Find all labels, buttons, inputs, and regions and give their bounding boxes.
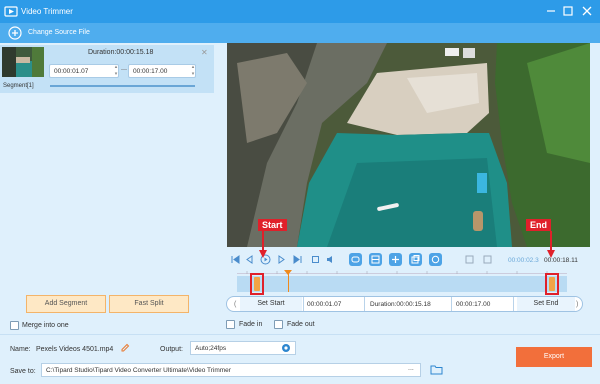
playhead[interactable] — [288, 270, 289, 292]
reset-button[interactable] — [429, 253, 442, 266]
start-stepper[interactable]: ▴ ▾ — [113, 64, 119, 78]
separator — [303, 297, 304, 311]
merge-checkbox[interactable] — [10, 321, 19, 330]
source-bar: Change Source File — [0, 23, 600, 43]
start-callout-arrow — [259, 250, 267, 258]
mark-out-icon[interactable] — [482, 254, 493, 265]
minimize-icon[interactable] — [544, 4, 558, 18]
segment-thumbnail — [2, 47, 44, 77]
total-time: 00:00:18.11 — [544, 257, 578, 264]
end-time-input[interactable]: 00:00:17.00 — [456, 297, 512, 311]
edit-name-icon[interactable] — [120, 343, 130, 353]
video-preview — [227, 43, 590, 247]
set-start-button[interactable]: Set Start — [240, 297, 302, 311]
delete-segment-icon[interactable]: ✕ — [201, 48, 208, 57]
end-callout-stem — [550, 231, 552, 251]
duration-readout: Duration:00:00:15.18 — [370, 301, 431, 308]
skip-end-icon[interactable] — [292, 254, 303, 265]
separator — [364, 297, 365, 311]
fast-split-button[interactable]: Fast Split — [109, 295, 189, 313]
set-end-button[interactable]: Set End — [517, 297, 575, 311]
start-callout-stem — [262, 231, 264, 251]
save-path-field[interactable]: C:\Tipard Studio\Tipard Video Converter … — [41, 363, 421, 377]
start-highlight — [250, 273, 264, 295]
fade-in-label: Fade in — [239, 321, 263, 328]
clip-icon — [371, 255, 380, 264]
settings-icon[interactable] — [281, 343, 291, 353]
app-icon — [4, 6, 18, 17]
mark-in-icon[interactable] — [464, 254, 475, 265]
export-button[interactable]: Export — [516, 347, 592, 367]
add-segment-button[interactable]: Add Segment — [26, 295, 106, 313]
title-bar: Video Trimmer — [0, 0, 600, 23]
end-stepper[interactable]: ▴ ▾ — [190, 64, 196, 78]
range-separator: — — [121, 67, 127, 73]
skip-start-icon[interactable] — [230, 254, 241, 265]
segment-range-bar — [50, 85, 195, 87]
plus-icon — [392, 256, 399, 263]
set-range-bar: ( Set Start 00:00:01.07 Duration:00:00:1… — [226, 296, 583, 312]
fade-out-checkbox[interactable] — [274, 320, 283, 329]
change-source-button[interactable]: Change Source File — [28, 29, 90, 36]
name-label: Name: — [10, 346, 31, 353]
timeline-track[interactable] — [237, 276, 567, 292]
maximize-icon[interactable] — [561, 4, 575, 18]
prev-frame-icon[interactable] — [244, 254, 255, 265]
set-end-bracket: ) — [576, 301, 579, 308]
segment-card[interactable]: Segment[1] Duration:00:00:15.18 00:00:01… — [0, 45, 214, 93]
set-start-bracket: ( — [234, 301, 237, 308]
segment-duration: Duration:00:00:15.18 — [88, 49, 154, 56]
current-time: 00:00:02.3 — [508, 257, 539, 264]
merge-label: Merge into one — [22, 322, 69, 329]
end-callout-arrow — [547, 250, 555, 258]
output-label: Output: — [160, 346, 183, 353]
end-callout: End — [526, 219, 551, 231]
loop-button[interactable] — [349, 253, 362, 266]
save-label: Save to: — [10, 368, 36, 375]
add-source-icon[interactable] — [8, 26, 22, 40]
folder-icon[interactable] — [430, 364, 443, 375]
segment-panel: Segment[1] Duration:00:00:15.18 00:00:01… — [0, 43, 214, 334]
copy-icon — [411, 255, 420, 264]
segment-label: Segment[1] — [3, 83, 34, 89]
close-icon[interactable] — [580, 4, 594, 18]
fade-out-label: Fade out — [287, 321, 315, 328]
reset-icon — [431, 255, 440, 264]
separator — [513, 297, 514, 311]
window-title: Video Trimmer — [21, 7, 73, 16]
clip-button[interactable] — [369, 253, 382, 266]
browse-button[interactable]: ... — [408, 365, 414, 372]
segment-start-input[interactable]: 00:00:01.07 — [49, 64, 119, 78]
loop-icon — [351, 256, 360, 263]
volume-icon[interactable] — [325, 254, 336, 265]
segment-end-input[interactable]: 00:00:17.00 — [128, 64, 196, 78]
add-clip-button[interactable] — [389, 253, 402, 266]
start-time-input[interactable]: 00:00:01.07 — [307, 297, 363, 311]
player-controls: 00:00:02.3 00:00:18.11 — [214, 249, 600, 271]
start-callout: Start — [258, 219, 287, 231]
fade-in-checkbox[interactable] — [226, 320, 235, 329]
copy-button[interactable] — [409, 253, 422, 266]
end-highlight — [545, 273, 559, 295]
separator — [451, 297, 452, 311]
stop-icon[interactable] — [310, 254, 321, 265]
file-name: Pexels Videos 4501.mp4 — [36, 346, 114, 353]
next-frame-icon[interactable] — [276, 254, 287, 265]
